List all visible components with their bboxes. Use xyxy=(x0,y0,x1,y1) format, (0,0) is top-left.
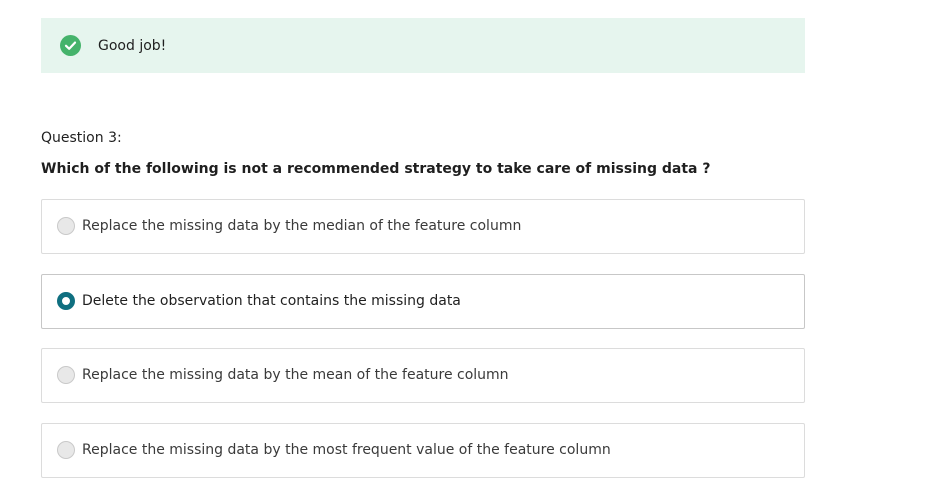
answer-option-label: Delete the observation that contains the… xyxy=(82,293,461,309)
answer-option-label: Replace the missing data by the median o… xyxy=(82,218,522,234)
answer-option-label: Replace the missing data by the mean of … xyxy=(82,367,509,383)
radio-button-unchecked[interactable] xyxy=(57,217,75,235)
answer-option-1[interactable]: Replace the missing data by the median o… xyxy=(41,199,805,254)
question-prompt: Which of the following is not a recommen… xyxy=(41,161,711,177)
radio-button-checked[interactable] xyxy=(57,292,75,310)
answer-option-2[interactable]: Delete the observation that contains the… xyxy=(41,274,805,329)
radio-button-unchecked[interactable] xyxy=(57,366,75,384)
quiz-page: Good job! Question 3: Which of the follo… xyxy=(0,0,939,488)
question-number: Question 3: xyxy=(41,130,122,146)
answer-option-3[interactable]: Replace the missing data by the mean of … xyxy=(41,348,805,403)
check-circle-icon xyxy=(60,35,81,56)
answer-option-4[interactable]: Replace the missing data by the most fre… xyxy=(41,423,805,478)
feedback-banner: Good job! xyxy=(41,18,805,73)
answer-option-label: Replace the missing data by the most fre… xyxy=(82,442,611,458)
radio-button-unchecked[interactable] xyxy=(57,441,75,459)
feedback-text: Good job! xyxy=(98,38,167,54)
